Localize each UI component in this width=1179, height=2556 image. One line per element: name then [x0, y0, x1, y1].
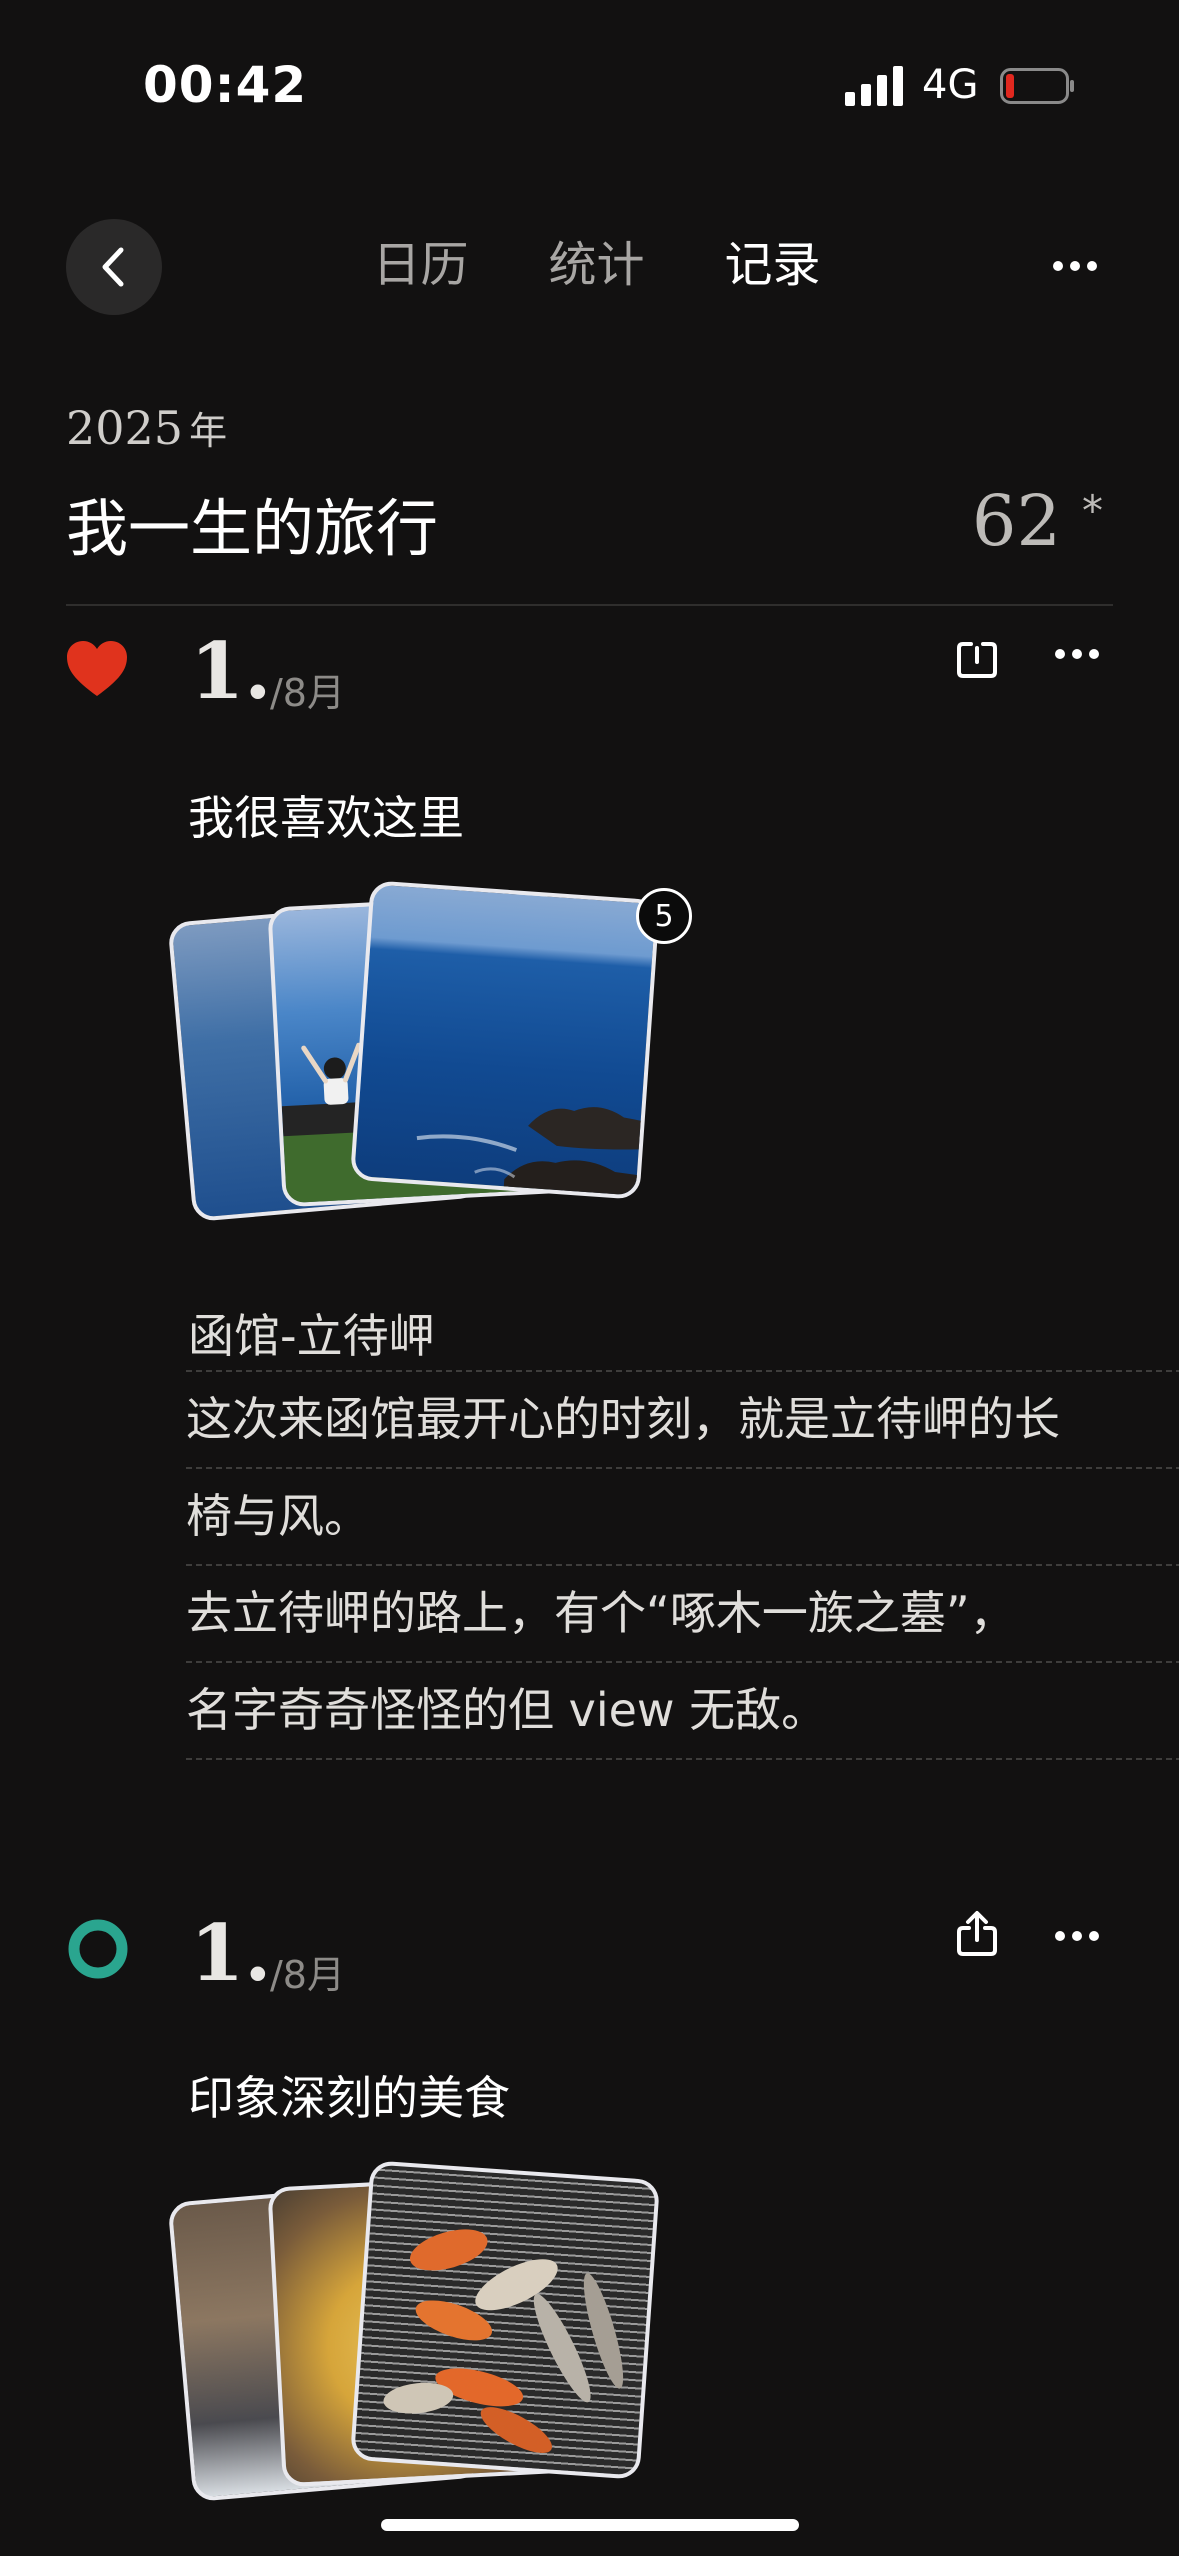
heart-icon[interactable]	[65, 640, 129, 698]
record-count: 62	[971, 480, 1061, 562]
note-line: 去立待岬的路上，有个“啄木一族之墓”，	[186, 1566, 1179, 1663]
photo-thumbnail[interactable]	[349, 880, 661, 1200]
entry-more-icon[interactable]	[1054, 1930, 1100, 1942]
ring-icon[interactable]	[67, 1918, 129, 1980]
entry-title: 我很喜欢这里	[188, 791, 464, 845]
page-title: 我一生的旅行	[66, 492, 439, 565]
entry-index: 1.	[190, 1908, 272, 1999]
entry-index: 1.	[190, 626, 272, 717]
rocks-shape	[416, 1107, 649, 1200]
status-time: 00:42	[143, 56, 308, 114]
signal-icon	[845, 66, 903, 106]
photo-stack[interactable]: 5	[167, 880, 692, 1223]
photo-count-badge: 5	[636, 888, 692, 944]
share-icon[interactable]	[955, 1910, 999, 1956]
entry-month: /8月	[270, 671, 345, 715]
grilled-fish-shape	[383, 2229, 624, 2453]
tab-bar: 日历 统计 记录	[0, 230, 1179, 300]
entry-month: /8月	[270, 1953, 345, 1997]
record-count-suffix: *	[1082, 486, 1103, 535]
share-icon[interactable]	[955, 634, 999, 680]
year-label: 2025 年	[66, 400, 227, 455]
entry-title: 印象深刻的美食	[188, 2071, 510, 2125]
network-label: 4G	[922, 62, 979, 108]
year-value: 2025	[66, 401, 184, 455]
header-divider	[66, 604, 1113, 606]
year-unit: 年	[189, 409, 228, 453]
battery-icon	[1000, 68, 1074, 104]
photo-thumbnail[interactable]	[349, 2160, 661, 2480]
location-divider	[186, 1320, 1179, 1372]
entry-more-icon[interactable]	[1054, 648, 1100, 660]
more-icon[interactable]	[1052, 260, 1098, 272]
photo-stack[interactable]	[167, 2160, 690, 2503]
note-line: 名字奇奇怪怪的但 view 无敌。	[186, 1663, 1179, 1760]
home-indicator	[381, 2519, 799, 2531]
note-line: 椅与风。	[186, 1469, 1179, 1566]
tab-statistics[interactable]: 统计	[548, 230, 644, 300]
tab-records[interactable]: 记录	[725, 230, 821, 300]
note-line: 这次来函馆最开心的时刻，就是立待岬的长	[186, 1372, 1179, 1469]
entry-notes: 这次来函馆最开心的时刻，就是立待岬的长 椅与风。 去立待岬的路上，有个“啄木一族…	[186, 1372, 1179, 1760]
tab-calendar[interactable]: 日历	[372, 230, 468, 300]
